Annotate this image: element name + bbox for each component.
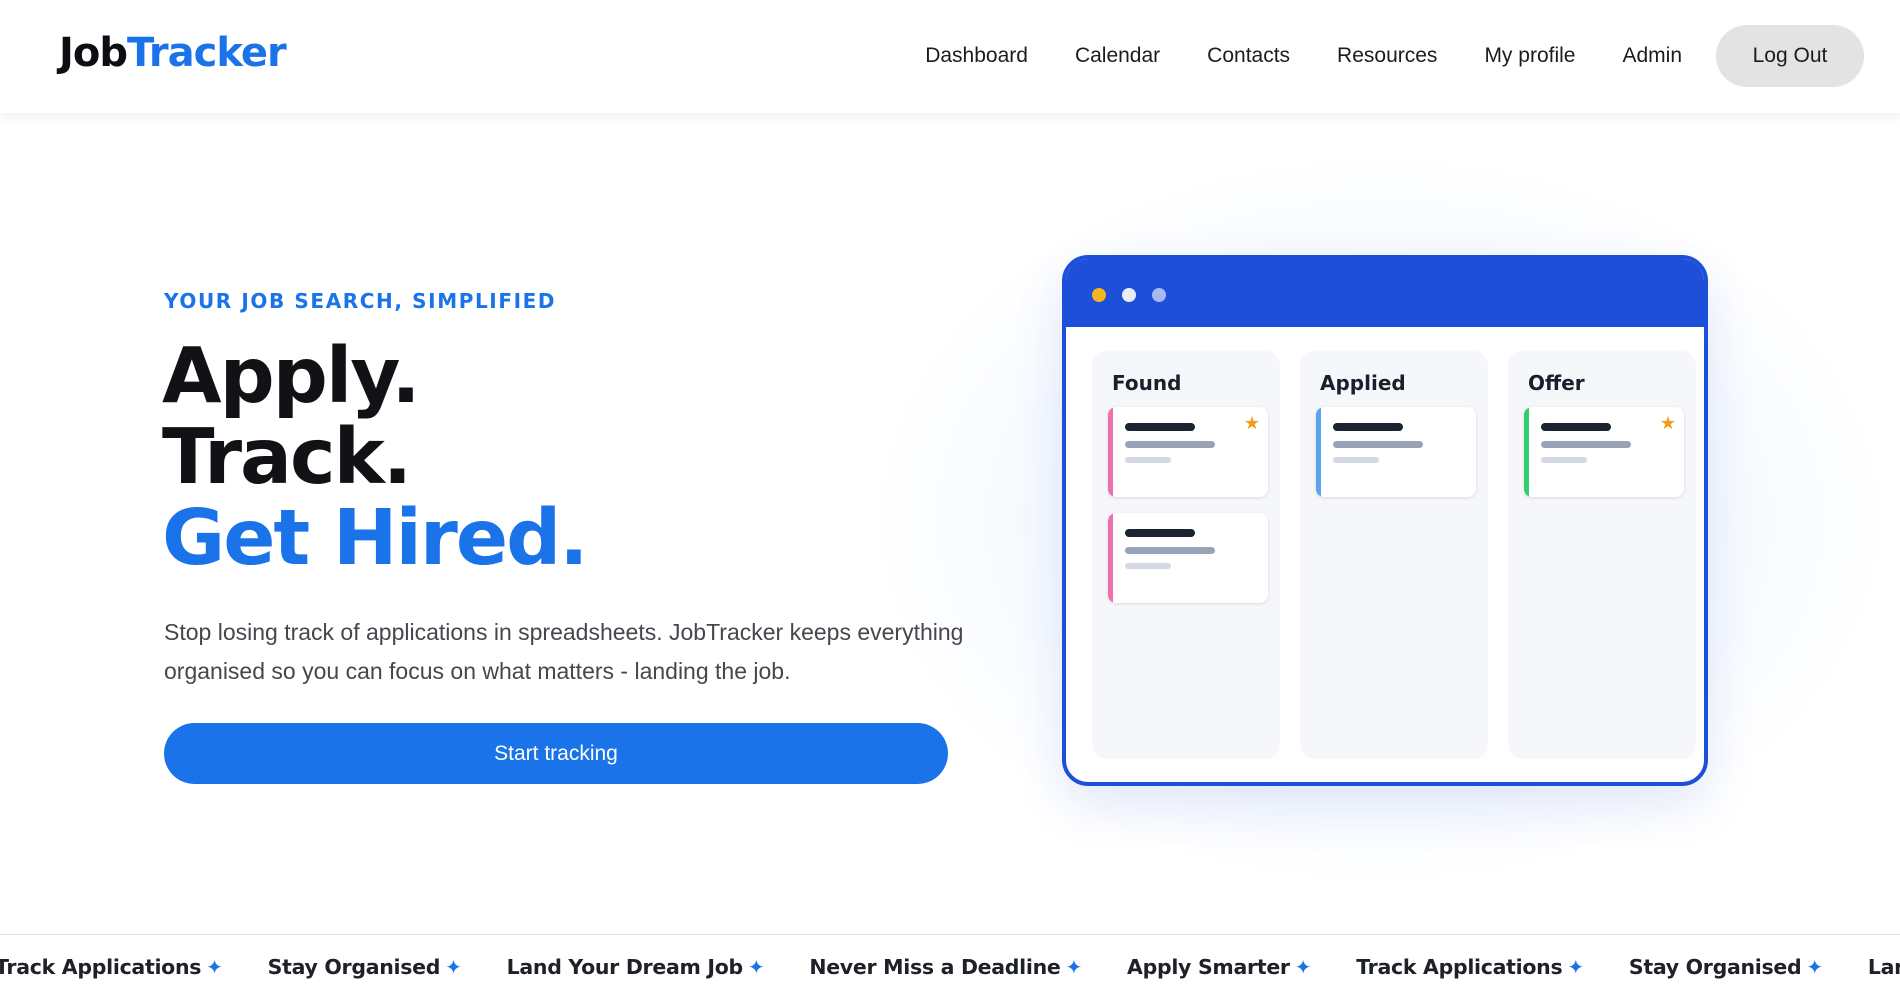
sparkle-icon: ✦	[445, 955, 462, 979]
card-meta-placeholder	[1541, 457, 1587, 463]
marquee-item: Stay Organised ✦	[267, 955, 462, 979]
sparkle-icon: ✦	[1294, 955, 1312, 979]
card-title-placeholder	[1125, 423, 1195, 431]
card-meta-placeholder	[1125, 563, 1171, 569]
card-meta-placeholder	[1125, 457, 1171, 463]
card-title-placeholder	[1541, 423, 1611, 431]
headline-line-apply: Apply.	[162, 332, 421, 421]
card-accent-stripe	[1316, 407, 1321, 497]
window-dot-white	[1122, 288, 1136, 302]
nav-link-calendar[interactable]: Calendar	[1075, 44, 1160, 68]
card-accent-stripe	[1524, 407, 1529, 497]
marquee-track: Track Applications ✦ Stay Organised ✦ Land…	[0, 955, 1900, 979]
hero-headline: Apply. Track. Get Hired.	[162, 332, 588, 583]
logout-button[interactable]: Log Out	[1716, 25, 1864, 87]
card-subtitle-placeholder	[1125, 547, 1215, 554]
kanban-column-applied: Applied	[1300, 351, 1488, 759]
kanban-card	[1108, 513, 1268, 603]
kanban-card	[1316, 407, 1476, 497]
card-subtitle-placeholder	[1333, 441, 1423, 448]
card-title-placeholder	[1333, 423, 1403, 431]
marquee-item: Never Miss a Deadline ✦	[809, 955, 1083, 979]
kanban-card: ★	[1108, 407, 1268, 497]
card-meta-placeholder	[1333, 457, 1379, 463]
nav-link-dashboard[interactable]: Dashboard	[925, 44, 1028, 68]
hero-eyebrow: YOUR JOB SEARCH, SIMPLIFIED	[164, 289, 557, 313]
kanban-column-found: Found ★	[1092, 351, 1280, 759]
hero-lead: Stop losing track of applications in spr…	[164, 619, 964, 684]
kanban-column-offer: Offer ★	[1508, 351, 1696, 759]
headline-line-get-hired: Get Hired.	[162, 494, 588, 583]
headline-line-track: Track.	[162, 413, 412, 502]
marquee-item: Track Applications ✦	[1356, 955, 1584, 979]
feature-marquee: Track Applications ✦ Stay Organised ✦ Land…	[0, 934, 1900, 1000]
card-title-placeholder	[1125, 529, 1195, 537]
card-subtitle-placeholder	[1125, 441, 1215, 448]
sparkle-icon: ✦	[1806, 955, 1823, 979]
card-subtitle-placeholder	[1541, 441, 1631, 448]
nav-links: Dashboard Calendar Contacts Resources My…	[925, 25, 1864, 87]
column-title: Applied	[1320, 371, 1406, 395]
sparkle-icon: ✦	[206, 955, 223, 979]
window-dot-lilac	[1152, 288, 1166, 302]
sparkle-icon: ✦	[1065, 955, 1083, 979]
kanban-card: ★	[1524, 407, 1684, 497]
card-accent-stripe	[1108, 513, 1113, 603]
marquee-item: Land Your Dr	[1867, 955, 1900, 979]
window-dot-yellow	[1092, 288, 1106, 302]
mockup-titlebar	[1066, 259, 1704, 327]
sparkle-icon: ✦	[747, 955, 765, 979]
star-icon: ★	[1243, 413, 1260, 434]
nav-link-contacts[interactable]: Contacts	[1207, 44, 1290, 68]
kanban-mockup: Found ★ Applied Offer ★	[1062, 255, 1708, 786]
nav-link-my-profile[interactable]: My profile	[1484, 44, 1575, 68]
nav-link-resources[interactable]: Resources	[1337, 44, 1437, 68]
start-tracking-button[interactable]: Start tracking	[164, 723, 948, 784]
top-navbar: JobTracker Dashboard Calendar Contacts R…	[0, 0, 1900, 113]
column-title: Found	[1112, 371, 1182, 395]
sparkle-icon: ✦	[1567, 955, 1584, 979]
marquee-item: Stay Organised ✦	[1628, 955, 1823, 979]
logo[interactable]: JobTracker	[59, 30, 287, 76]
marquee-item: Land Your Dream Job ✦	[506, 955, 765, 979]
marquee-item: Apply Smarter ✦	[1127, 955, 1312, 979]
card-accent-stripe	[1108, 407, 1113, 497]
marquee-item: Track Applications ✦	[0, 955, 223, 979]
column-title: Offer	[1528, 371, 1585, 395]
nav-link-admin[interactable]: Admin	[1622, 44, 1682, 68]
star-icon: ★	[1659, 413, 1676, 434]
